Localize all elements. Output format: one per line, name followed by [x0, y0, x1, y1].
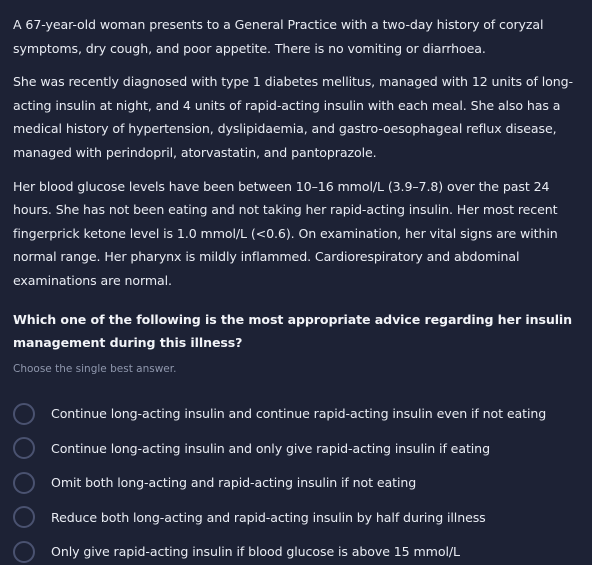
- answer-option-label: Continue long-acting insulin and continu…: [51, 406, 547, 422]
- answer-option-label: Omit both long-acting and rapid-acting i…: [51, 475, 417, 491]
- stem-paragraph-history: She was recently diagnosed with type 1 d…: [13, 74, 573, 160]
- answer-options: Continue long-acting insulin and continu…: [13, 397, 580, 565]
- stem-paragraph-findings: Her blood glucose levels have been betwe…: [13, 178, 558, 288]
- radio-button-icon[interactable]: [13, 506, 35, 529]
- answer-option-label: Reduce both long-acting and rapid-acting…: [51, 509, 486, 525]
- question-stem: A 67-year-old woman presents to a Genera…: [13, 13, 580, 293]
- radio-button-icon[interactable]: [13, 540, 35, 563]
- answer-option-d[interactable]: Reduce both long-acting and rapid-acting…: [13, 500, 580, 535]
- answer-option-label: Continue long-acting insulin and only gi…: [51, 440, 490, 456]
- answer-option-b[interactable]: Continue long-acting insulin and only gi…: [13, 431, 580, 466]
- radio-button-icon[interactable]: [13, 437, 35, 460]
- question-text: Which one of the following is the most a…: [13, 311, 573, 351]
- answer-option-e[interactable]: Only give rapid-acting insulin if blood …: [13, 535, 580, 565]
- question-page: A 67-year-old woman presents to a Genera…: [0, 0, 592, 565]
- answer-hint: Choose the single best answer.: [13, 362, 177, 375]
- stem-paragraph-presentation: A 67-year-old woman presents to a Genera…: [13, 17, 544, 56]
- radio-button-icon[interactable]: [13, 471, 35, 494]
- answer-option-label: Only give rapid-acting insulin if blood …: [51, 544, 460, 560]
- radio-button-icon[interactable]: [13, 402, 35, 425]
- answer-option-a[interactable]: Continue long-acting insulin and continu…: [13, 397, 580, 432]
- answer-option-c[interactable]: Omit both long-acting and rapid-acting i…: [13, 466, 580, 501]
